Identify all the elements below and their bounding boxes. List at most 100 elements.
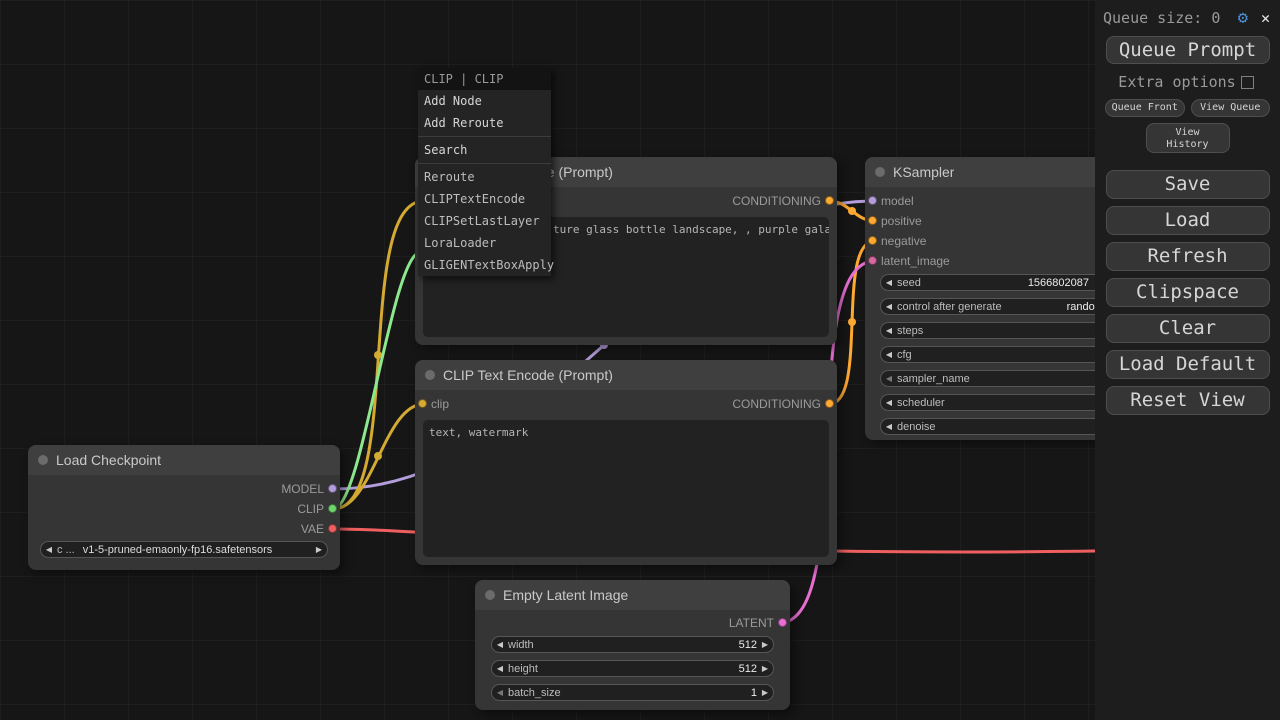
port-conditioning-output[interactable] <box>825 196 834 205</box>
menu-separator <box>418 163 551 164</box>
widget-label: denoise <box>897 421 936 433</box>
menu-item-add-node[interactable]: Add Node <box>418 90 551 112</box>
extra-options-label: Extra options <box>1118 73 1235 91</box>
clipspace-button[interactable]: Clipspace <box>1106 278 1270 307</box>
queue-size-label: Queue size: 0 <box>1103 9 1238 27</box>
queue-prompt-button[interactable]: Queue Prompt <box>1106 36 1270 64</box>
menu-item-add-reroute[interactable]: Add Reroute <box>418 112 551 134</box>
decrement-arrow-icon[interactable]: ◀ <box>881 422 897 431</box>
widget-label: batch_size <box>508 687 561 699</box>
close-icon[interactable]: ✕ <box>1261 9 1270 27</box>
widget-value: v1-5-pruned-emaonly-fp16.safetensors <box>83 544 273 556</box>
save-button[interactable]: Save <box>1106 170 1270 199</box>
input-label-positive: positive <box>881 215 922 227</box>
output-label-model: MODEL <box>281 483 324 495</box>
increment-arrow-icon[interactable]: ▶ <box>311 545 327 554</box>
extra-options-checkbox[interactable] <box>1241 76 1254 89</box>
output-label-conditioning: CONDITIONING <box>732 195 821 207</box>
increment-arrow-icon[interactable]: ▶ <box>757 688 773 697</box>
widget-label: c ... <box>57 544 75 556</box>
node-clip-text-encode-2[interactable]: CLIP Text Encode (Prompt) clip CONDITION… <box>415 360 837 565</box>
decrement-arrow-icon[interactable]: ◀ <box>492 688 508 697</box>
port-model-input[interactable] <box>868 196 877 205</box>
decrement-arrow-icon[interactable]: ◀ <box>881 398 897 407</box>
decrement-arrow-icon[interactable]: ◀ <box>492 664 508 673</box>
decrement-arrow-icon[interactable]: ◀ <box>881 302 897 311</box>
widget-label: sampler_name <box>897 373 970 385</box>
decrement-arrow-icon[interactable]: ◀ <box>41 545 57 554</box>
port-model-output[interactable] <box>328 484 337 493</box>
view-history-button[interactable]: View History <box>1146 123 1230 153</box>
ckpt-name-widget[interactable]: ◀ c ... v1-5-pruned-emaonly-fp16.safeten… <box>40 541 328 558</box>
widget-label: width <box>508 639 534 651</box>
width-widget[interactable]: ◀ width 512 ▶ <box>491 636 774 653</box>
widget-label: seed <box>897 277 921 289</box>
node-empty-latent-image[interactable]: Empty Latent Image LATENT ◀ width 512 ▶ … <box>475 580 790 710</box>
widget-value: 512 <box>739 639 757 651</box>
port-conditioning-output[interactable] <box>825 399 834 408</box>
link-release-context-menu: CLIP | CLIP Add Node Add Reroute Search … <box>418 68 551 276</box>
batch-size-widget[interactable]: ◀ batch_size 1 ▶ <box>491 684 774 701</box>
port-negative-input[interactable] <box>868 236 877 245</box>
output-label-latent: LATENT <box>729 617 774 629</box>
input-label-latent-image: latent_image <box>881 255 950 267</box>
decrement-arrow-icon[interactable]: ◀ <box>881 278 897 287</box>
port-latent-output[interactable] <box>778 618 787 627</box>
wire-conditioning-negative-midpoint <box>848 318 856 326</box>
input-label-negative: negative <box>881 235 926 247</box>
clear-button[interactable]: Clear <box>1106 314 1270 343</box>
node-title: Empty Latent Image <box>503 587 628 603</box>
widget-label: scheduler <box>897 397 945 409</box>
port-clip-input[interactable] <box>418 399 427 408</box>
port-clip-output[interactable] <box>328 504 337 513</box>
widget-value: 512 <box>739 663 757 675</box>
decrement-arrow-icon[interactable]: ◀ <box>881 326 897 335</box>
reset-view-button[interactable]: Reset View <box>1106 386 1270 415</box>
menu-item-search[interactable]: Search <box>418 139 551 161</box>
comfyui-menu-panel: Queue size: 0 ⚙ ✕ Queue Prompt Extra opt… <box>1095 0 1280 720</box>
node-title-bar[interactable]: Load Checkpoint <box>28 445 340 475</box>
height-widget[interactable]: ◀ height 512 ▶ <box>491 660 774 677</box>
node-graph-canvas[interactable]: Load Checkpoint MODEL CLIP VAE ◀ c ... v… <box>0 0 1280 720</box>
increment-arrow-icon[interactable]: ▶ <box>757 664 773 673</box>
output-label-conditioning: CONDITIONING <box>732 398 821 410</box>
collapse-dot-icon[interactable] <box>875 167 885 177</box>
refresh-button[interactable]: Refresh <box>1106 242 1270 271</box>
node-title: Load Checkpoint <box>56 452 161 468</box>
output-label-vae: VAE <box>301 523 324 535</box>
load-button[interactable]: Load <box>1106 206 1270 235</box>
node-title-bar[interactable]: CLIP Text Encode (Prompt) <box>415 360 837 390</box>
queue-front-button[interactable]: Queue Front <box>1105 99 1185 117</box>
widget-label: height <box>508 663 538 675</box>
widget-value: 1566802087 <box>1028 277 1089 289</box>
node-title: KSampler <box>893 164 954 180</box>
increment-arrow-icon[interactable]: ▶ <box>757 640 773 649</box>
collapse-dot-icon[interactable] <box>485 590 495 600</box>
menu-item-clipsetlastlayer[interactable]: CLIPSetLastLayer <box>418 210 551 232</box>
context-menu-title: CLIP | CLIP <box>418 68 551 90</box>
node-title-bar[interactable]: Empty Latent Image <box>475 580 790 610</box>
menu-item-gligentextboxapply[interactable]: GLIGENTextBoxApply <box>418 254 551 276</box>
decrement-arrow-icon[interactable]: ◀ <box>881 350 897 359</box>
decrement-arrow-icon[interactable]: ◀ <box>881 374 897 383</box>
input-label-clip: clip <box>431 398 449 410</box>
node-load-checkpoint[interactable]: Load Checkpoint MODEL CLIP VAE ◀ c ... v… <box>28 445 340 570</box>
menu-item-loraloader[interactable]: LoraLoader <box>418 232 551 254</box>
menu-separator <box>418 136 551 137</box>
decrement-arrow-icon[interactable]: ◀ <box>492 640 508 649</box>
settings-gear-icon[interactable]: ⚙ <box>1238 8 1248 28</box>
view-queue-button[interactable]: View Queue <box>1191 99 1271 117</box>
menu-item-reroute[interactable]: Reroute <box>418 166 551 188</box>
load-default-button[interactable]: Load Default <box>1106 350 1270 379</box>
wire-clip-2-midpoint <box>374 452 382 460</box>
output-label-clip: CLIP <box>297 503 324 515</box>
input-label-model: model <box>881 195 914 207</box>
menu-item-cliptextencode[interactable]: CLIPTextEncode <box>418 188 551 210</box>
widget-label: control after generate <box>897 301 1002 313</box>
collapse-dot-icon[interactable] <box>38 455 48 465</box>
port-vae-output[interactable] <box>328 524 337 533</box>
prompt-textarea[interactable]: text, watermark <box>423 420 829 557</box>
port-latent-image-input[interactable] <box>868 256 877 265</box>
collapse-dot-icon[interactable] <box>425 370 435 380</box>
port-positive-input[interactable] <box>868 216 877 225</box>
